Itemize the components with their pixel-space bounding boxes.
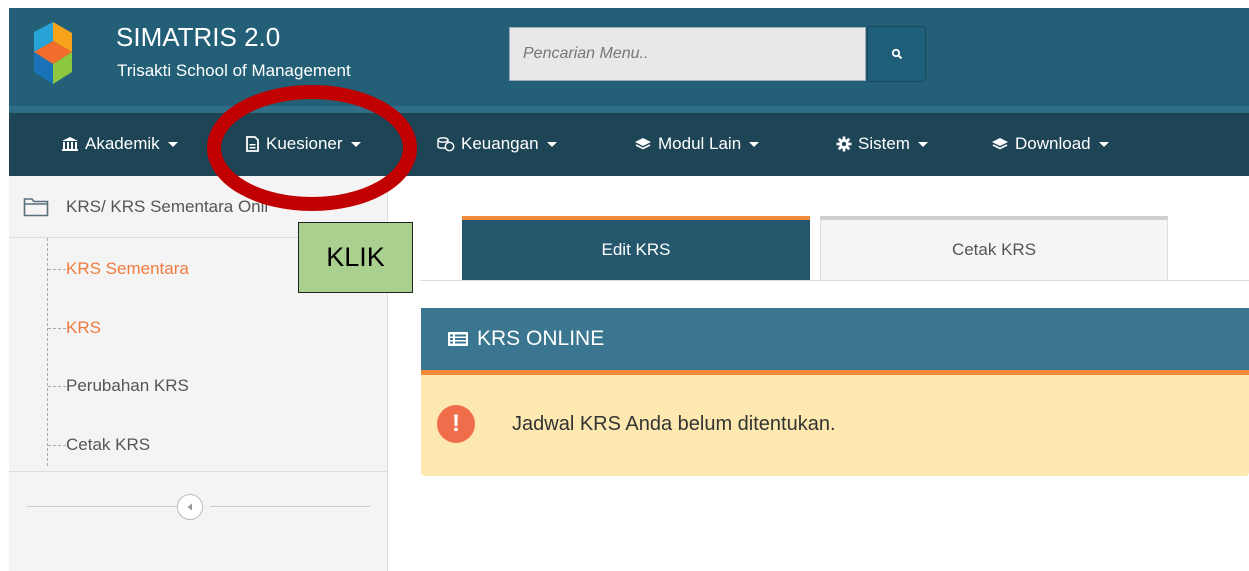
- nav-download[interactable]: Download: [991, 112, 1109, 176]
- annotation-label: KLIK: [298, 222, 413, 293]
- exclamation-icon: !: [437, 405, 475, 443]
- coins-icon: [437, 137, 455, 152]
- tree-connector: [48, 328, 66, 329]
- sidebar-item-krs-sementara[interactable]: KRS Sementara: [66, 259, 189, 279]
- nav-keuangan[interactable]: Keuangan: [437, 112, 557, 176]
- folder-icon: [23, 198, 49, 217]
- app-subtitle: Trisakti School of Management: [117, 61, 351, 80]
- caret-down-icon: [917, 141, 928, 147]
- sidebar-item-cetak-krs[interactable]: Cetak KRS: [66, 435, 150, 455]
- tree-connector: [48, 386, 66, 387]
- nav-label-akademik: Akademik: [85, 134, 160, 153]
- nav-akademik[interactable]: Akademik: [61, 112, 178, 176]
- search-input[interactable]: Pencarian Menu..: [509, 27, 866, 81]
- bank-icon: [62, 137, 78, 151]
- panel-title: KRS ONLINE: [477, 327, 605, 350]
- tab-edit-krs[interactable]: Edit KRS: [462, 216, 810, 280]
- layers-icon: [992, 138, 1008, 150]
- tree-connector: [48, 445, 66, 446]
- divider-line: [27, 506, 177, 507]
- nav-label-keuangan: Keuangan: [461, 134, 539, 153]
- nav-label-modul-lain: Modul Lain: [658, 134, 742, 153]
- caret-down-icon: [749, 141, 760, 147]
- nav-label-download: Download: [1015, 134, 1091, 153]
- nav-modul-lain[interactable]: Modul Lain: [634, 112, 760, 176]
- panel-header: KRS ONLINE: [421, 308, 1249, 370]
- caret-down-icon: [546, 141, 557, 147]
- tab-cetak-krs[interactable]: Cetak KRS: [820, 216, 1168, 280]
- tree-connector: [48, 269, 66, 270]
- list-icon: [448, 332, 468, 346]
- alert-message: Jadwal KRS Anda belum ditentukan.: [512, 413, 836, 435]
- gear-icon: [836, 136, 852, 152]
- nav-label-sistem: Sistem: [858, 134, 910, 153]
- search-icon: [891, 48, 902, 60]
- caret-down-icon: [167, 141, 178, 147]
- triangle-left-icon: [187, 503, 192, 511]
- tree-line: [47, 238, 48, 466]
- sidebar-divider: [9, 471, 387, 472]
- app-logo: [34, 22, 72, 84]
- collapse-sidebar-button[interactable]: [177, 494, 203, 520]
- tabs-baseline: [420, 280, 1249, 281]
- search-button[interactable]: [867, 26, 926, 82]
- app-title: SIMATRIS 2.0: [116, 22, 281, 52]
- sidebar-item-krs[interactable]: KRS: [66, 318, 101, 338]
- annotation-ring: [207, 85, 417, 211]
- caret-down-icon: [1098, 141, 1109, 147]
- sidebar-item-perubahan-krs[interactable]: Perubahan KRS: [66, 376, 189, 396]
- layers-icon: [635, 138, 651, 150]
- nav-sistem[interactable]: Sistem: [836, 112, 928, 176]
- divider-line: [210, 506, 370, 507]
